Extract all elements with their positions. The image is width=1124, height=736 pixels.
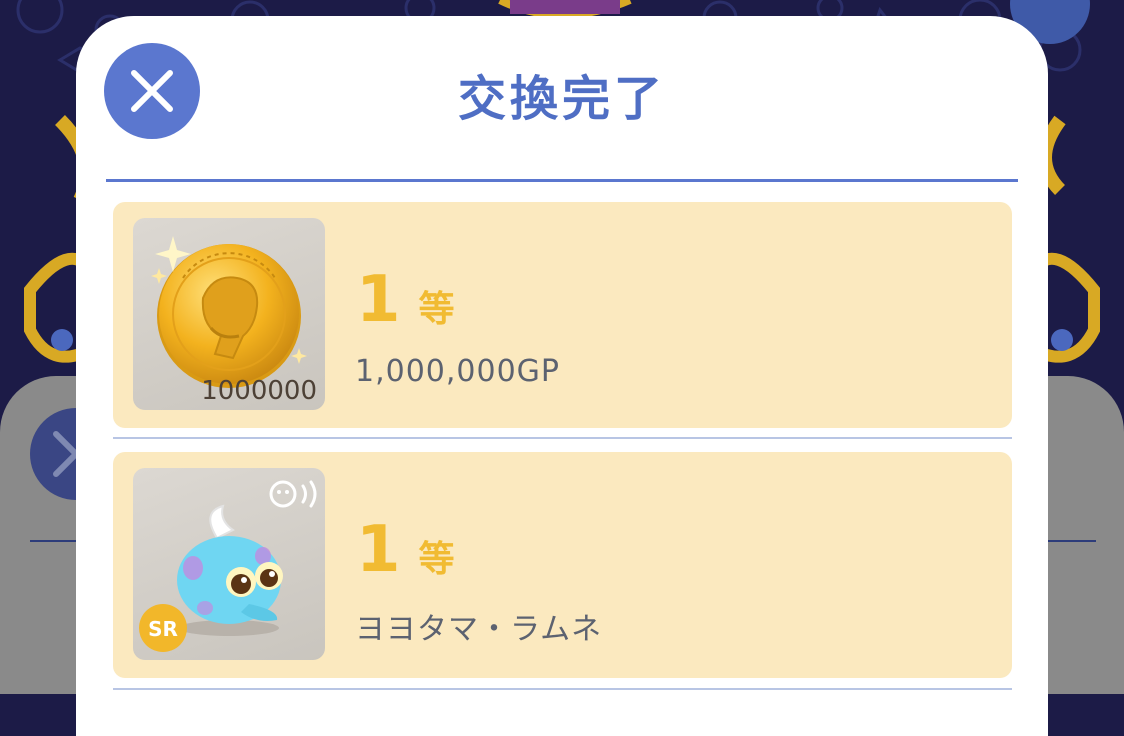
- prize-name: 1,000,000GP: [355, 354, 561, 389]
- prize-thumbnail: SR: [133, 468, 325, 660]
- rarity-badge: SR: [139, 604, 187, 652]
- rank-number: 1: [356, 513, 401, 587]
- prize-name: ヨヨタマ・ラムネ: [355, 612, 603, 647]
- item-divider: [113, 688, 1012, 690]
- item-divider: [113, 437, 1012, 439]
- dialog-title: 交換完了: [457, 71, 666, 127]
- prize-rank: 1 等: [356, 260, 455, 340]
- prize-quantity: 1000000: [201, 376, 317, 406]
- rank-unit: 等: [418, 289, 455, 330]
- prize-item: SR 1 等 ヨヨタマ・ラムネ: [113, 452, 1012, 678]
- rank-number: 1: [356, 263, 401, 337]
- prize-thumbnail: 1000000: [133, 218, 325, 410]
- rank-unit: 等: [418, 539, 455, 580]
- background-divider: [1040, 540, 1096, 542]
- prize-rank: 1 等: [356, 510, 455, 590]
- rarity-label: SR: [148, 617, 178, 641]
- title-divider: [106, 179, 1018, 182]
- prize-item: 1000000 1 等 1,000,000GP: [113, 202, 1012, 428]
